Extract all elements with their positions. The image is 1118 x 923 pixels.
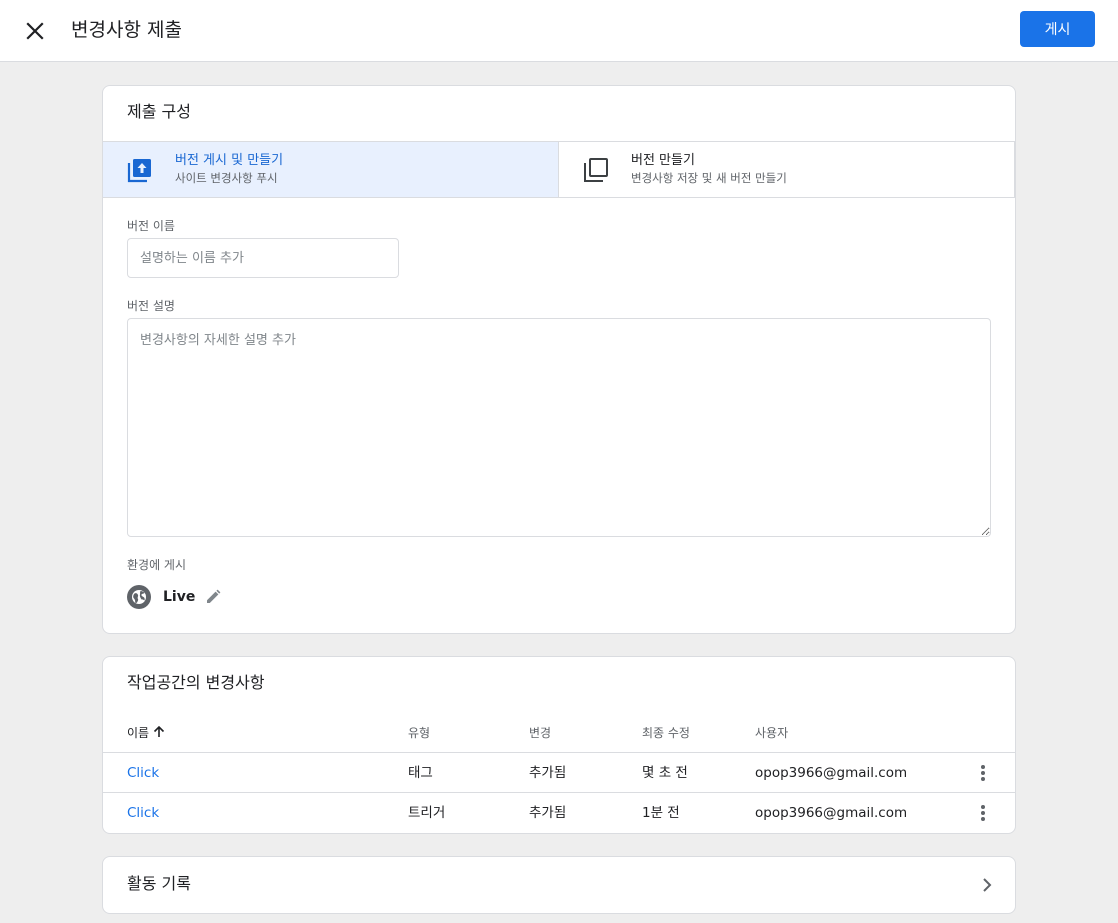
globe-icon [127, 585, 151, 609]
option-subtitle: 변경사항 저장 및 새 버전 만들기 [631, 171, 787, 185]
change-name-link[interactable]: Click [127, 804, 159, 822]
publish-button[interactable]: 게시 [1020, 11, 1095, 47]
column-header-name[interactable]: 이름 [127, 725, 165, 741]
column-header-modified[interactable]: 최종 수정 [642, 725, 690, 741]
environment-name: Live [163, 589, 196, 605]
option-publish-and-create[interactable]: 버전 게시 및 만들기 사이트 변경사항 푸시 [103, 142, 559, 197]
version-description-label: 버전 설명 [127, 299, 175, 313]
column-header-label: 이름 [127, 726, 150, 740]
arrow-up-icon [154, 726, 165, 737]
option-create-version[interactable]: 버전 만들기 변경사항 저장 및 새 버전 만들기 [559, 142, 1015, 197]
option-title: 버전 만들기 [631, 153, 695, 168]
environment-row: Live [127, 585, 327, 609]
table-row: Click 태그 추가됨 몇 초 전 opop3966@gmail.com [103, 752, 1015, 792]
copy-version-icon [584, 158, 608, 182]
environment-label: 환경에 게시 [127, 558, 187, 572]
publish-upload-icon [127, 159, 151, 183]
version-description-textarea[interactable] [127, 318, 991, 537]
version-name-label: 버전 이름 [127, 219, 175, 233]
change-modified: 몇 초 전 [642, 765, 688, 781]
change-modified: 1분 전 [642, 805, 680, 821]
column-header-user[interactable]: 사용자 [755, 725, 788, 741]
submission-config-card: 제출 구성 버전 게시 및 만들기 사이트 변경사항 푸시 버전 만들기 변경사… [102, 85, 1016, 634]
more-vert-icon[interactable] [973, 763, 993, 783]
change-status: 추가됨 [529, 765, 567, 781]
change-user: opop3966@gmail.com [755, 765, 908, 781]
chevron-right-icon [983, 878, 992, 892]
top-bar: 변경사항 제출 게시 [0, 0, 1118, 62]
change-type: 트리거 [408, 805, 446, 821]
submission-config-title: 제출 구성 [127, 102, 191, 121]
change-type: 태그 [408, 765, 433, 781]
workspace-changes-card: 작업공간의 변경사항 이름 유형 변경 최종 수정 사용자 Click 태그 추… [102, 656, 1016, 834]
submission-options: 버전 게시 및 만들기 사이트 변경사항 푸시 버전 만들기 변경사항 저장 및… [103, 141, 1015, 198]
activity-history-title: 활동 기록 [127, 874, 191, 893]
more-vert-icon[interactable] [973, 803, 993, 823]
column-header-change[interactable]: 변경 [529, 725, 551, 741]
table-row: Click 트리거 추가됨 1분 전 opop3966@gmail.com [103, 792, 1015, 832]
close-button[interactable] [22, 18, 48, 44]
change-status: 추가됨 [529, 805, 567, 821]
option-subtitle: 사이트 변경사항 푸시 [175, 171, 278, 185]
change-name-link[interactable]: Click [127, 764, 159, 782]
page-title: 변경사항 제출 [71, 19, 182, 41]
workspace-changes-title: 작업공간의 변경사항 [127, 673, 265, 692]
column-header-type[interactable]: 유형 [408, 725, 430, 741]
edit-icon[interactable] [205, 589, 221, 605]
activity-history-card[interactable]: 활동 기록 [102, 856, 1016, 914]
change-user: opop3966@gmail.com [755, 805, 908, 821]
version-name-input[interactable] [127, 238, 399, 278]
option-title: 버전 게시 및 만들기 [175, 153, 284, 168]
close-icon [26, 22, 44, 40]
